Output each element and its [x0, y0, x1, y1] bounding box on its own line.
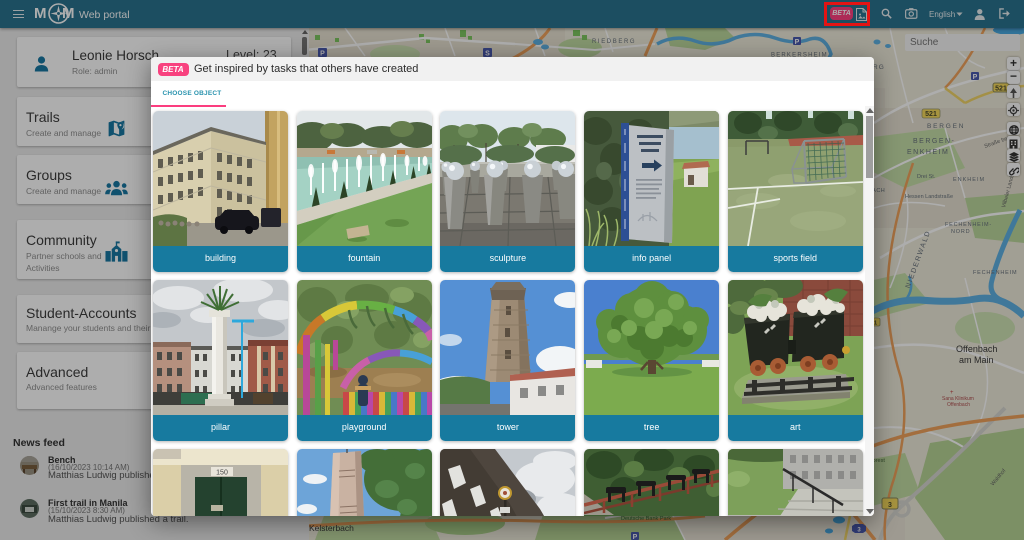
- svg-text:150: 150: [216, 470, 228, 477]
